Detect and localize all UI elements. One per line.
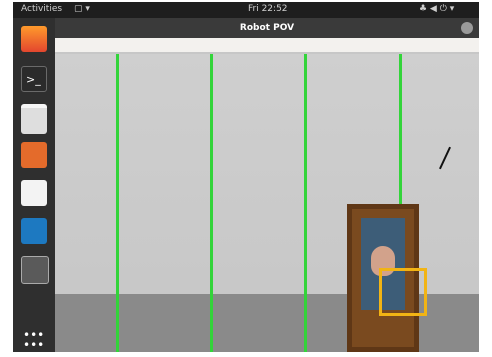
dock-installer[interactable] xyxy=(21,142,47,168)
dock-robot-app[interactable] xyxy=(21,256,49,284)
apps-grid-icon: ••• ••• xyxy=(23,328,45,352)
green-gridline-1 xyxy=(116,54,119,352)
black-line-object xyxy=(439,146,451,170)
robot-pov-window: Robot POV xyxy=(55,18,479,352)
app-menu-button[interactable]: ▢ ▾ xyxy=(74,4,90,14)
activities-button[interactable]: Activities xyxy=(21,4,62,14)
dock-firefox[interactable] xyxy=(21,26,47,52)
dock-editor[interactable] xyxy=(21,180,47,206)
dock-files[interactable] xyxy=(21,104,47,134)
robot-camera-view xyxy=(55,54,479,352)
system-tray[interactable]: ♣ ◀ ⏻ ▾ xyxy=(419,4,454,14)
window-titlebar: Robot POV xyxy=(55,18,479,38)
face-bounding-box xyxy=(379,268,427,316)
dock-vscode[interactable] xyxy=(21,218,47,244)
dock: >_ ••• ••• xyxy=(13,18,55,352)
window-close-button[interactable] xyxy=(461,22,473,34)
dock-terminal[interactable]: >_ xyxy=(21,66,47,92)
window-title: Robot POV xyxy=(239,23,295,33)
top-bar: Activities ▢ ▾ Fri 22:52 ♣ ◀ ⏻ ▾ xyxy=(13,2,479,18)
window-toolbar xyxy=(55,38,479,54)
green-gridline-3 xyxy=(304,54,307,352)
clock[interactable]: Fri 22:52 xyxy=(248,4,288,14)
desktop-screen: Activities ▢ ▾ Fri 22:52 ♣ ◀ ⏻ ▾ >_ ••• … xyxy=(13,2,479,352)
apps-grid-button[interactable]: ••• ••• xyxy=(23,329,45,351)
green-gridline-2 xyxy=(210,54,213,352)
terminal-icon: >_ xyxy=(26,73,41,86)
